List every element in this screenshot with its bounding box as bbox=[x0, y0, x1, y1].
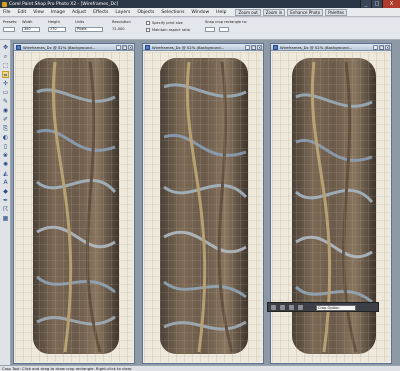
doc-minimize-icon[interactable]: _ bbox=[373, 45, 378, 50]
minimize-button[interactable]: _ bbox=[360, 0, 371, 8]
selection-tool-icon[interactable]: ▭ bbox=[2, 89, 9, 96]
snap-layer-button[interactable] bbox=[219, 27, 229, 32]
status-bar: Crop Tool: Click and drag to draw crop r… bbox=[0, 365, 400, 371]
menu-effects[interactable]: Effects bbox=[93, 10, 108, 15]
resolution-value: 72.000 bbox=[112, 27, 125, 31]
rotate-icon[interactable] bbox=[280, 305, 285, 310]
crop-floating-toolbar: Crop Option bbox=[267, 302, 379, 312]
resolution-label: Resolution bbox=[112, 20, 131, 24]
text-tool-icon[interactable]: A bbox=[2, 179, 9, 186]
move-tool-icon[interactable]: ✢ bbox=[2, 80, 9, 87]
menu-edit[interactable]: Edit bbox=[18, 10, 27, 15]
app-icon bbox=[2, 1, 7, 7]
maintain-aspect-checkbox[interactable] bbox=[146, 28, 150, 32]
palettes-button[interactable]: Palettes bbox=[325, 8, 348, 16]
presets-dropdown[interactable] bbox=[3, 27, 15, 32]
doc-close-icon[interactable]: × bbox=[128, 45, 133, 50]
units-dropdown[interactable]: Pixels bbox=[75, 27, 103, 32]
menu-adjust[interactable]: Adjust bbox=[72, 10, 86, 15]
zoom-in-button[interactable]: Zoom in bbox=[262, 8, 286, 16]
document-icon bbox=[16, 45, 21, 50]
snap-select-button[interactable] bbox=[205, 27, 215, 32]
width-input[interactable]: 300 bbox=[22, 27, 40, 32]
menu-help[interactable]: Help bbox=[216, 10, 226, 15]
apply-icon[interactable] bbox=[271, 305, 276, 310]
height-label: Height bbox=[48, 20, 60, 24]
app-window: Corel Paint Shop Pro Photo X2 - [Wirefra… bbox=[0, 0, 400, 371]
zoom-tool-icon[interactable]: ⌕ bbox=[2, 53, 9, 60]
specify-print-size-label: Specify print size bbox=[152, 21, 183, 25]
bead-image bbox=[15, 52, 133, 362]
menu-bar: File Edit View Image Adjust Effects Laye… bbox=[0, 8, 400, 17]
document-icon bbox=[273, 45, 278, 50]
presets-label: Presets: bbox=[3, 20, 18, 24]
doc-close-icon[interactable]: × bbox=[385, 45, 390, 50]
doc-maximize-icon[interactable]: □ bbox=[251, 45, 256, 50]
height-input[interactable]: 270 bbox=[48, 27, 66, 32]
workspace: Wireframes_Dc @ 52% (Background... _ □ × bbox=[11, 40, 400, 365]
enhance-photo-button[interactable]: Enhance Photo bbox=[287, 8, 324, 16]
crop-tool-icon[interactable]: ⌗ bbox=[2, 71, 9, 79]
doc-minimize-icon[interactable]: _ bbox=[245, 45, 250, 50]
clone-brush-tool-icon[interactable]: ⎘ bbox=[2, 125, 9, 132]
menu-layers[interactable]: Layers bbox=[115, 10, 130, 15]
menu-objects[interactable]: Objects bbox=[137, 10, 154, 15]
menu-toolbar: Zoom out Zoom in Enhance Photo Palettes bbox=[235, 8, 349, 16]
doc-minimize-icon[interactable]: _ bbox=[116, 45, 121, 50]
eraser-tool-icon[interactable]: ▯ bbox=[2, 143, 9, 150]
document-window-1[interactable]: Wireframes_Dc @ 52% (Background... _ □ × bbox=[13, 43, 135, 364]
document-window-3[interactable]: Wireframes_Dc @ 52% (Background... _ □ × bbox=[270, 43, 392, 364]
doc-close-icon[interactable]: × bbox=[257, 45, 262, 50]
image-canvas[interactable] bbox=[272, 52, 390, 362]
document-controls: _ □ × bbox=[244, 45, 262, 50]
tool-options-bar: Presets: Width 300 Height 270 Units Pixe… bbox=[0, 18, 400, 40]
pan-tool-icon[interactable]: ✥ bbox=[2, 44, 9, 51]
mesh-warp-tool-icon[interactable]: ▦ bbox=[2, 215, 9, 222]
bead-image bbox=[272, 52, 390, 362]
menu-selections[interactable]: Selections bbox=[161, 10, 184, 15]
picture-tube-tool-icon[interactable]: ❀ bbox=[2, 152, 9, 159]
warp-brush-tool-icon[interactable]: ☈ bbox=[2, 206, 9, 213]
close-button[interactable]: X bbox=[382, 0, 400, 8]
menu-window[interactable]: Window bbox=[191, 10, 209, 15]
airbrush-tool-icon[interactable]: ✺ bbox=[2, 161, 9, 168]
maximize-button[interactable]: □ bbox=[371, 0, 382, 8]
bead-image bbox=[144, 52, 262, 362]
document-controls: _ □ × bbox=[115, 45, 133, 50]
snap-label: Snap crop rectangle to: bbox=[205, 20, 248, 24]
title-bar: Corel Paint Shop Pro Photo X2 - [Wirefra… bbox=[0, 0, 400, 8]
tools-toolbar: ✥ ⌕ ⬚ ⌗ ✢ ▭ ✎ ◉ ✐ ⎘ ◐ ▯ ❀ ✺ ◭ A ◆ ✒ ☈ ▦ bbox=[0, 40, 11, 365]
flip-icon[interactable] bbox=[289, 305, 294, 310]
paintbrush-tool-icon[interactable]: ✐ bbox=[2, 116, 9, 123]
document-controls: _ □ × bbox=[372, 45, 390, 50]
document-icon bbox=[145, 45, 150, 50]
dropper-tool-icon[interactable]: ✎ bbox=[2, 98, 9, 105]
menu-image[interactable]: Image bbox=[51, 10, 65, 15]
maintain-aspect-label: Maintain aspect ratio bbox=[152, 28, 190, 32]
image-canvas[interactable] bbox=[15, 52, 133, 362]
red-eye-tool-icon[interactable]: ◉ bbox=[2, 107, 9, 114]
zoom-out-button[interactable]: Zoom out bbox=[235, 8, 261, 16]
width-label: Width bbox=[22, 20, 33, 24]
window-controls: _ □ X bbox=[360, 0, 400, 8]
units-label: Units bbox=[75, 20, 85, 24]
lighten-darken-tool-icon[interactable]: ◐ bbox=[2, 134, 9, 141]
doc-maximize-icon[interactable]: □ bbox=[379, 45, 384, 50]
doc-maximize-icon[interactable]: □ bbox=[122, 45, 127, 50]
clear-icon[interactable] bbox=[298, 305, 303, 310]
menu-view[interactable]: View bbox=[33, 10, 44, 15]
window-title: Corel Paint Shop Pro Photo X2 - [Wirefra… bbox=[9, 1, 119, 7]
flood-fill-tool-icon[interactable]: ◭ bbox=[2, 170, 9, 177]
specify-print-size-checkbox[interactable] bbox=[146, 21, 150, 25]
image-canvas[interactable] bbox=[144, 52, 262, 362]
deform-tool-icon[interactable]: ⬚ bbox=[2, 62, 9, 69]
menu-file[interactable]: File bbox=[3, 10, 11, 15]
document-window-2[interactable]: Wireframes_Dc @ 52% (Background... _ □ × bbox=[142, 43, 264, 364]
pen-tool-icon[interactable]: ✒ bbox=[2, 197, 9, 204]
preset-shape-tool-icon[interactable]: ◆ bbox=[2, 188, 9, 195]
crop-option-select[interactable]: Crop Option bbox=[316, 305, 356, 311]
